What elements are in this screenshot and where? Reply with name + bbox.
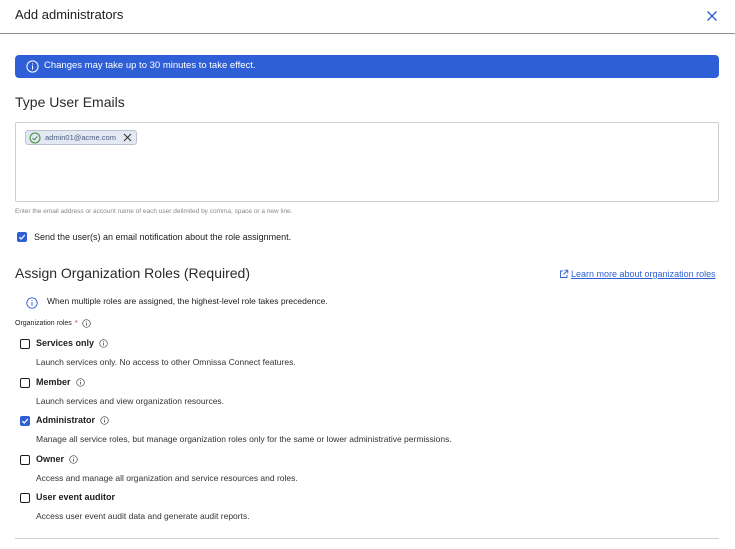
info-icon[interactable]: [75, 377, 85, 387]
email-chip: admin01@acme.com: [25, 130, 137, 145]
org-roles-label-text: Organization roles: [15, 320, 72, 327]
roles-note: When multiple roles are assigned, the hi…: [47, 296, 328, 306]
role-name: Owner: [36, 454, 78, 464]
role-description: Access user event audit data and generat…: [36, 511, 250, 521]
dialog-title: Add administrators: [15, 7, 124, 22]
email-chip-label: admin01@acme.com: [45, 133, 116, 142]
dialog-header: Add administrators: [0, 0, 735, 34]
roles-heading: Assign Organization Roles (Required): [15, 265, 250, 281]
notify-checkbox[interactable]: [17, 232, 27, 242]
remove-chip-icon[interactable]: [123, 133, 132, 142]
emails-heading: Type User Emails: [15, 94, 125, 110]
info-icon[interactable]: [99, 338, 108, 348]
role-checkbox[interactable]: [20, 378, 30, 388]
role-name: Services only: [36, 338, 108, 348]
info-icon: [26, 60, 39, 73]
divider: [15, 538, 719, 539]
check-circle-icon: [29, 132, 41, 143]
role-name-text: User event auditor: [36, 492, 116, 502]
role-name: User event auditor: [36, 492, 115, 502]
role-checkbox[interactable]: [20, 416, 30, 426]
banner-text: Changes may take up to 30 minutes to tak…: [44, 60, 256, 71]
role-name-text: Administrator: [36, 415, 96, 425]
learn-more-text: Learn more about organization roles: [571, 269, 716, 279]
notify-label: Send the user(s) an email notification a…: [34, 232, 292, 242]
role-name: Administrator: [36, 415, 109, 425]
email-input-area[interactable]: admin01@acme.com: [15, 122, 719, 202]
check-icon: [21, 418, 29, 424]
external-link-icon: [560, 269, 569, 278]
close-icon[interactable]: [704, 8, 720, 24]
role-name-text: Services only: [36, 338, 95, 348]
info-icon: [26, 297, 38, 309]
role-description: Access and manage all organization and s…: [36, 473, 298, 483]
info-icon[interactable]: [69, 454, 78, 464]
role-description: Launch services only. No access to other…: [36, 357, 296, 367]
learn-more-link[interactable]: Learn more about organization roles: [559, 269, 716, 279]
info-icon[interactable]: [100, 415, 109, 425]
role-description: Launch services and view organization re…: [36, 396, 225, 406]
role-name-text: Owner: [36, 454, 65, 464]
check-icon: [18, 234, 26, 240]
org-roles-label: Organization roles *: [15, 319, 91, 328]
info-icon[interactable]: [81, 319, 91, 328]
role-checkbox[interactable]: [20, 339, 30, 349]
email-hint: Enter the email address or account name …: [15, 208, 293, 215]
role-checkbox[interactable]: [20, 493, 30, 503]
info-banner: Changes may take up to 30 minutes to tak…: [15, 55, 719, 78]
role-description: Manage all service roles, but manage org…: [36, 434, 452, 444]
role-checkbox[interactable]: [20, 455, 30, 465]
role-name-text: Member: [36, 377, 71, 387]
required-marker: *: [74, 320, 78, 327]
role-name: Member: [36, 377, 85, 387]
